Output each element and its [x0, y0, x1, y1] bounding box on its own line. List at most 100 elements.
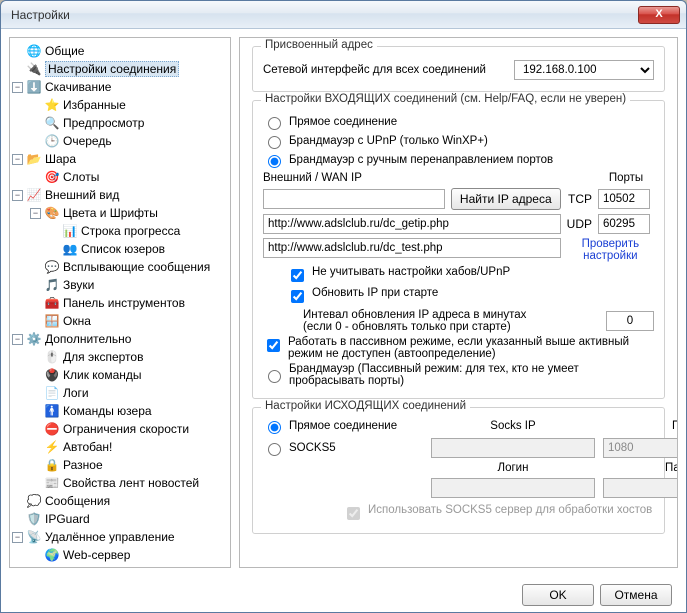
tree-item-icon: 📊: [62, 223, 78, 239]
collapse-icon[interactable]: −: [12, 334, 23, 345]
tree-item-icon: 🔍: [44, 115, 60, 131]
tree-item[interactable]: 🌍Web-сервер: [30, 546, 228, 564]
radio-out-socks[interactable]: [268, 443, 281, 456]
tree-item-icon: 📂: [26, 151, 42, 167]
tree-item[interactable]: 🎯Слоты: [30, 168, 228, 186]
tree-item[interactable]: 🔒Разное: [30, 456, 228, 474]
tree-item[interactable]: 🔍Предпросмотр: [30, 114, 228, 132]
tree-item[interactable]: 🖲️Клик команды: [30, 366, 228, 384]
tcp-port-input[interactable]: [598, 189, 650, 209]
getip-url-input[interactable]: [263, 214, 561, 234]
tree-item[interactable]: 🌐Общие: [12, 42, 228, 60]
tree-item[interactable]: 📊Строка прогресса: [48, 222, 228, 240]
tree-item-icon: 🔌: [26, 61, 42, 77]
tree-item-icon: 👥: [62, 241, 78, 257]
tree-item-label: IPGuard: [45, 512, 90, 526]
tree-item[interactable]: −📡Удалённое управление: [12, 528, 228, 546]
test-url-input[interactable]: [263, 238, 561, 258]
chk-socks-hosts: [347, 507, 360, 520]
radio-passive-fw[interactable]: [268, 370, 281, 383]
socks-pass-input[interactable]: [603, 478, 678, 498]
tree-item[interactable]: 📰Свойства лент новостей: [30, 474, 228, 492]
window-title: Настройки: [7, 8, 638, 22]
group-address: Присвоенный адрес Сетевой интерфейс для …: [252, 46, 665, 92]
tree-item-label: Строка прогресса: [81, 224, 180, 238]
tree-item-label: Web-сервер: [63, 548, 130, 562]
tree-item-label: Ограничения скорости: [63, 422, 189, 436]
tree-item-icon: 📈: [26, 187, 42, 203]
find-ip-button[interactable]: Найти IP адреса: [451, 188, 561, 210]
tree-item[interactable]: 🔌Настройки соединения: [12, 60, 228, 78]
settings-window: Настройки X 🌐Общие🔌Настройки соединения−…: [0, 0, 687, 613]
udp-port-input[interactable]: [598, 214, 650, 234]
tree-item-icon: ⚡: [44, 439, 60, 455]
tree-item-icon: 📄: [44, 385, 60, 401]
radio-direct[interactable]: [268, 117, 281, 130]
tree-item[interactable]: 🧰Панель инструментов: [30, 294, 228, 312]
collapse-icon[interactable]: −: [12, 532, 23, 543]
tree-item[interactable]: 💭Сообщения: [12, 492, 228, 510]
pass-header: Пароль: [603, 462, 678, 474]
tree-item-label: Разное: [63, 458, 103, 472]
close-button[interactable]: X: [638, 6, 680, 24]
tree-item-icon: 🎨: [44, 205, 60, 221]
tree-item[interactable]: −📈Внешний вид: [12, 186, 228, 204]
collapse-icon[interactable]: −: [12, 190, 23, 201]
nav-tree[interactable]: 🌐Общие🔌Настройки соединения−⬇️Скачивание…: [12, 42, 228, 564]
chk-update-ip[interactable]: [291, 290, 304, 303]
tree-item-icon: 🪟: [44, 313, 60, 329]
tree-item-label: Шара: [45, 152, 76, 166]
tree-item[interactable]: −⬇️Скачивание: [12, 78, 228, 96]
socks-port-input[interactable]: [603, 438, 678, 458]
titlebar[interactable]: Настройки X: [1, 1, 686, 29]
tree-item[interactable]: ⭐Избранные: [30, 96, 228, 114]
tree-item[interactable]: 📄Логи: [30, 384, 228, 402]
tree-item-label: Общие: [45, 44, 84, 58]
tree-item[interactable]: −⚙️Дополнительно: [12, 330, 228, 348]
radio-out-direct[interactable]: [268, 421, 281, 434]
cancel-button[interactable]: Отмена: [600, 584, 672, 606]
radio-manual[interactable]: [268, 155, 281, 168]
wan-ip-input[interactable]: [263, 189, 445, 209]
test-settings-link[interactable]: Проверить настройки: [567, 238, 654, 262]
radio-passive-fw-label: Брандмауэр (Пассивный режим: для тех, кт…: [289, 363, 654, 387]
tree-item-label: Цвета и Шрифты: [63, 206, 158, 220]
tree-item-label: Предпросмотр: [63, 116, 144, 130]
tree-item[interactable]: 🪟Окна: [30, 312, 228, 330]
tree-item[interactable]: −📂Шара: [12, 150, 228, 168]
chk-passive-fallback[interactable]: [267, 339, 280, 352]
collapse-icon[interactable]: −: [12, 82, 23, 93]
tree-item-icon: 🛡️: [26, 511, 42, 527]
wanip-header: Внешний / WAN IP: [263, 172, 445, 184]
interval-input[interactable]: [606, 311, 654, 331]
collapse-icon[interactable]: −: [30, 208, 41, 219]
tree-item[interactable]: 👥Список юзеров: [48, 240, 228, 258]
collapse-icon[interactable]: −: [12, 154, 23, 165]
tree-item[interactable]: ⛔Ограничения скорости: [30, 420, 228, 438]
socks-ip-input[interactable]: [431, 438, 595, 458]
iface-select[interactable]: 192.168.0.100: [514, 60, 654, 80]
tree-item-icon: 🖱️: [44, 349, 60, 365]
tree-item[interactable]: 💬Всплывающие сообщения: [30, 258, 228, 276]
ok-button[interactable]: OK: [522, 584, 594, 606]
tree-item[interactable]: 🛡️IPGuard: [12, 510, 228, 528]
tree-item-icon: ⛔: [44, 421, 60, 437]
socks-login-input[interactable]: [431, 478, 595, 498]
radio-out-socks-label: SOCKS5: [289, 442, 336, 454]
radio-upnp[interactable]: [268, 136, 281, 149]
socksport-header: Порт: [603, 420, 678, 432]
group-incoming-title: Настройки ВХОДЯЩИХ соединений (см. Help/…: [261, 93, 630, 105]
tree-item-label: Панель инструментов: [63, 296, 185, 310]
nav-tree-pane[interactable]: 🌐Общие🔌Настройки соединения−⬇️Скачивание…: [9, 37, 231, 568]
tree-item[interactable]: 🖱️Для экспертов: [30, 348, 228, 366]
tree-item[interactable]: 🚹Команды юзера: [30, 402, 228, 420]
tree-item[interactable]: 🕒Очередь: [30, 132, 228, 150]
chk-ignore-hubs[interactable]: [291, 269, 304, 282]
tree-item-icon: 🖲️: [44, 367, 60, 383]
login-header: Логин: [431, 462, 595, 474]
tree-item[interactable]: −🎨Цвета и Шрифты: [30, 204, 228, 222]
tree-item[interactable]: ⚡Автобан!: [30, 438, 228, 456]
iface-label: Сетевой интерфейс для всех соединений: [263, 64, 486, 76]
tree-item[interactable]: 🎵Звуки: [30, 276, 228, 294]
tree-item-label: Внешний вид: [45, 188, 119, 202]
